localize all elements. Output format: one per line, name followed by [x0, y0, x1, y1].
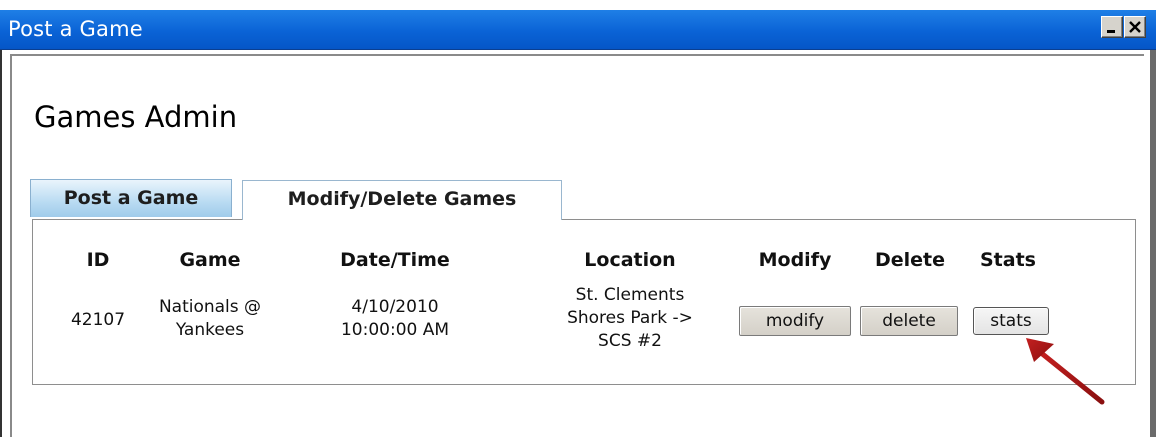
- content-border-left: [10, 54, 12, 437]
- location-line3: SCS #2: [598, 331, 662, 351]
- minimize-button[interactable]: [1101, 16, 1123, 38]
- game-id: 42107: [70, 310, 126, 330]
- close-icon: [1129, 21, 1141, 33]
- location-line1: St. Clements: [575, 285, 685, 305]
- close-button[interactable]: [1124, 16, 1146, 38]
- title-bar[interactable]: Post a Game: [0, 10, 1156, 50]
- game-teams-line2: Yankees: [175, 320, 245, 340]
- window-title: Post a Game: [8, 17, 143, 41]
- game-date: 4/10/2010: [351, 297, 439, 317]
- column-header-stats: Stats: [980, 249, 1036, 271]
- column-header-modify: Modify: [758, 249, 832, 271]
- column-header-location: Location: [584, 249, 676, 271]
- column-header-date-time: Date/Time: [340, 249, 450, 271]
- column-header-game: Game: [179, 249, 241, 271]
- delete-button[interactable]: delete: [860, 306, 958, 336]
- game-time: 10:00:00 AM: [340, 320, 450, 340]
- page-title: Games Admin: [34, 100, 238, 134]
- tab-post-a-game[interactable]: Post a Game: [30, 179, 232, 217]
- window-border-left: [0, 50, 2, 437]
- game-teams-line1: Nationals @: [158, 297, 262, 317]
- location-line2: Shores Park ->: [567, 308, 693, 328]
- app-window: Post a Game Games Admin Post a Game Modi…: [0, 0, 1156, 437]
- modify-button[interactable]: modify: [739, 306, 851, 336]
- content-border-top: [10, 54, 1144, 56]
- callout-arrow-icon: [1026, 338, 1105, 405]
- tab-modify-delete-games[interactable]: Modify/Delete Games: [242, 180, 562, 220]
- column-header-id: ID: [86, 249, 110, 271]
- column-header-delete: Delete: [874, 249, 946, 271]
- window-border-right: [1150, 50, 1156, 437]
- minimize-icon: [1107, 30, 1115, 33]
